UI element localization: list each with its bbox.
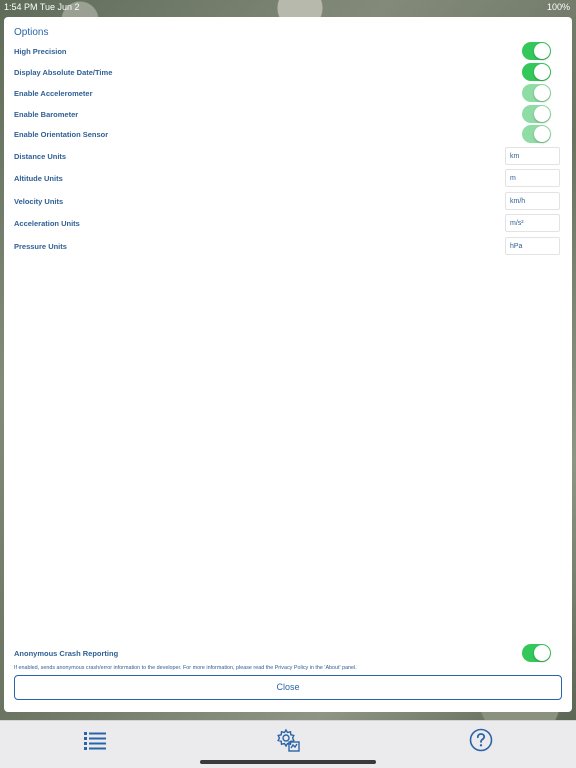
- absolute-datetime-toggle[interactable]: [522, 63, 551, 81]
- accelerometer-toggle[interactable]: [522, 84, 551, 102]
- option-distance-units: Distance Units km: [4, 147, 572, 167]
- home-indicator[interactable]: [200, 760, 376, 764]
- option-barometer: Enable Barometer: [4, 105, 572, 125]
- toggle-knob: [534, 645, 550, 661]
- velocity-units-field[interactable]: km/h: [505, 192, 560, 210]
- option-label: Enable Barometer: [14, 110, 79, 119]
- option-velocity-units: Velocity Units km/h: [4, 192, 572, 212]
- option-label: Altitude Units: [14, 174, 63, 183]
- option-label: High Precision: [14, 47, 67, 56]
- high-precision-toggle[interactable]: [522, 42, 551, 60]
- orientation-sensor-toggle[interactable]: [522, 125, 551, 143]
- option-label: Velocity Units: [14, 197, 64, 206]
- option-label: Distance Units: [14, 152, 67, 161]
- options-panel: Options High Precision Display Absolute …: [4, 17, 572, 712]
- crash-reporting-description: If enabled, sends anonymous crash/error …: [14, 665, 357, 671]
- option-high-precision: High Precision: [4, 42, 572, 62]
- distance-units-field[interactable]: km: [505, 147, 560, 165]
- option-accelerometer: Enable Accelerometer: [4, 84, 572, 104]
- option-crash-reporting: Anonymous Crash Reporting: [4, 644, 572, 664]
- toggle-knob: [534, 85, 550, 101]
- help-icon[interactable]: [469, 728, 493, 752]
- toggle-knob: [534, 43, 550, 59]
- altitude-units-field[interactable]: m: [505, 169, 560, 187]
- option-label: Enable Orientation Sensor: [14, 130, 109, 139]
- toggle-knob: [534, 64, 550, 80]
- list-icon[interactable]: [83, 728, 107, 752]
- toggle-knob: [534, 106, 550, 122]
- option-label: Enable Accelerometer: [14, 89, 93, 98]
- option-altitude-units: Altitude Units m: [4, 169, 572, 189]
- close-button[interactable]: Close: [14, 675, 562, 700]
- pressure-units-field[interactable]: hPa: [505, 237, 560, 255]
- option-acceleration-units: Acceleration Units m/s²: [4, 214, 572, 234]
- toggle-knob: [534, 126, 550, 142]
- option-label: Anonymous Crash Reporting: [14, 649, 119, 658]
- panel-title: Options: [14, 27, 49, 38]
- crash-reporting-toggle[interactable]: [522, 644, 551, 662]
- settings-icon[interactable]: [276, 728, 300, 752]
- option-label: Acceleration Units: [14, 219, 80, 228]
- option-orientation-sensor: Enable Orientation Sensor: [4, 125, 572, 145]
- status-battery: 100%: [546, 2, 570, 12]
- barometer-toggle[interactable]: [522, 105, 551, 123]
- option-label: Display Absolute Date/Time: [14, 68, 113, 77]
- option-label: Pressure Units: [14, 242, 67, 251]
- status-time: 1:54 PM Tue Jun 2: [4, 2, 80, 12]
- acceleration-units-field[interactable]: m/s²: [505, 214, 560, 232]
- option-absolute-datetime: Display Absolute Date/Time: [4, 63, 572, 83]
- status-bar: 1:54 PM Tue Jun 2 100%: [0, 0, 576, 14]
- option-pressure-units: Pressure Units hPa: [4, 237, 572, 257]
